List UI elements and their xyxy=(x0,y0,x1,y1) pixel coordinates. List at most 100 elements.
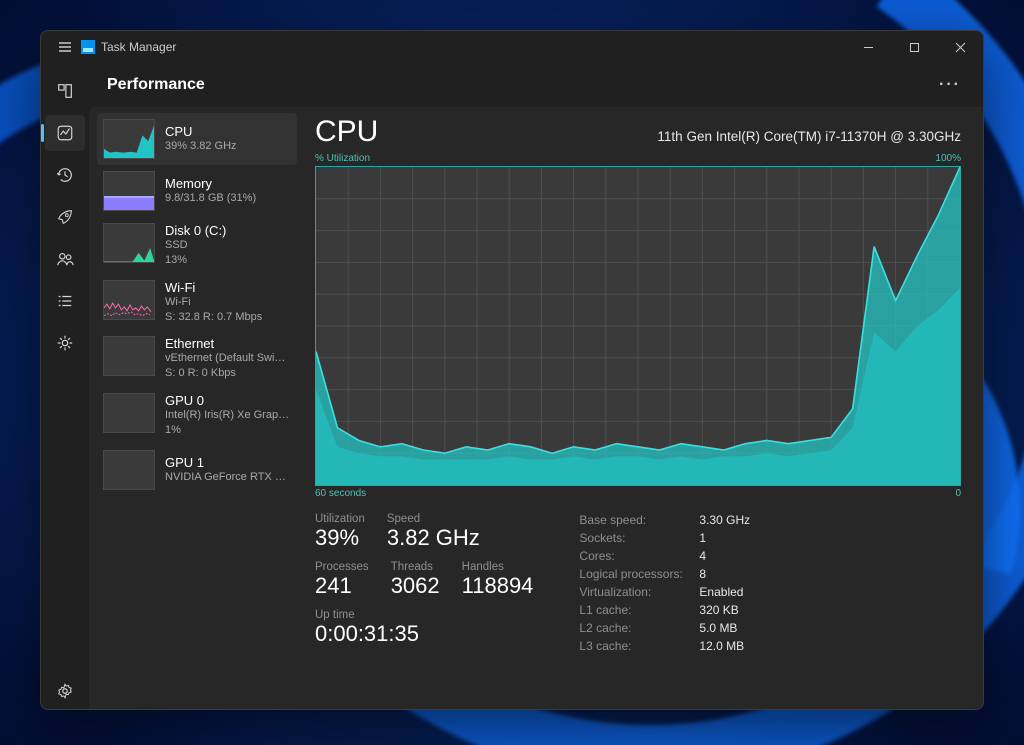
nav-app-history[interactable] xyxy=(45,157,85,193)
task-manager-window: Task Manager Performance ··· xyxy=(40,30,984,710)
gpu1-thumb xyxy=(103,450,155,490)
hamburger-menu-button[interactable] xyxy=(49,39,81,55)
perf-item-wifi[interactable]: Wi-FiWi-FiS: 32.8 R: 0.7 Mbps xyxy=(97,274,297,331)
perf-item-gpu0[interactable]: GPU 0Intel(R) Iris(R) Xe Grap…1% xyxy=(97,387,297,444)
gpu0-thumb xyxy=(103,393,155,433)
lbl-speed: Speed xyxy=(387,513,480,525)
lbl-processes: Processes xyxy=(315,561,369,573)
lbl-threads: Threads xyxy=(391,561,440,573)
perf-item-sub2: 13% xyxy=(165,253,226,268)
minimize-icon xyxy=(863,42,874,53)
spec-key: Cores: xyxy=(579,549,699,563)
close-icon xyxy=(955,42,966,53)
perf-item-title: GPU 0 xyxy=(165,393,289,408)
perf-item-title: CPU xyxy=(165,124,237,139)
nav-startup-apps[interactable] xyxy=(45,199,85,235)
processes-icon xyxy=(56,82,74,100)
cpu-chart-svg xyxy=(316,167,960,485)
detail-panel: CPU 11th Gen Intel(R) Core(TM) i7-11370H… xyxy=(301,107,983,709)
chart-ylabel: % Utilization xyxy=(315,153,370,164)
spec-val: 5.0 MB xyxy=(699,621,750,635)
cpu-stats: Utilization39% Speed3.82 GHz Processes24… xyxy=(315,513,961,653)
nav-processes[interactable] xyxy=(45,73,85,109)
spec-val: 3.30 GHz xyxy=(699,513,750,527)
nav-rail xyxy=(41,63,89,709)
perf-item-title: GPU 1 xyxy=(165,455,286,470)
spec-key: L1 cache: xyxy=(579,603,699,617)
page-title: Performance xyxy=(107,76,205,94)
window-title: Task Manager xyxy=(101,40,176,54)
memory-thumb xyxy=(103,171,155,211)
nav-services[interactable] xyxy=(45,325,85,361)
val-handles: 118894 xyxy=(462,573,534,599)
nav-performance[interactable] xyxy=(45,115,85,151)
perf-item-title: Wi-Fi xyxy=(165,280,262,295)
maximize-icon xyxy=(909,42,920,53)
nav-details[interactable] xyxy=(45,283,85,319)
disk-thumb xyxy=(103,223,155,263)
spec-val: 12.0 MB xyxy=(699,639,750,653)
spec-val: 8 xyxy=(699,567,750,581)
val-processes: 241 xyxy=(315,573,369,599)
val-uptime: 0:00:31:35 xyxy=(315,621,419,647)
cpu-model: 11th Gen Intel(R) Core(TM) i7-11370H @ 3… xyxy=(657,129,961,144)
spec-key: Sockets: xyxy=(579,531,699,545)
spec-val: 4 xyxy=(699,549,750,563)
perf-item-sub: SSD xyxy=(165,238,226,253)
perf-item-sub: Intel(R) Iris(R) Xe Grap… xyxy=(165,408,289,423)
perf-item-sub: Wi-Fi xyxy=(165,295,262,310)
settings-icon xyxy=(56,682,74,700)
perf-item-sub: 9.8/31.8 GB (31%) xyxy=(165,191,256,206)
close-button[interactable] xyxy=(937,31,983,63)
performance-list[interactable]: CPU39% 3.82 GHz Memory9.8/31.8 GB (31%) … xyxy=(89,107,301,709)
spec-val: 320 KB xyxy=(699,603,750,617)
chart-ymax: 100% xyxy=(935,153,961,164)
nav-settings[interactable] xyxy=(45,673,85,709)
cpu-thumb xyxy=(103,119,155,159)
hamburger-icon xyxy=(57,39,73,55)
perf-item-title: Memory xyxy=(165,176,256,191)
perf-item-sub: vEthernet (Default Swi… xyxy=(165,351,285,366)
app-icon xyxy=(81,40,95,54)
perf-item-sub2: S: 0 R: 0 Kbps xyxy=(165,366,285,381)
history-icon xyxy=(56,166,74,184)
titlebar[interactable]: Task Manager xyxy=(41,31,983,63)
chart-xlabel-right: 0 xyxy=(955,488,961,499)
spec-key: L3 cache: xyxy=(579,639,699,653)
page-header: Performance ··· xyxy=(89,63,983,107)
lbl-handles: Handles xyxy=(462,561,534,573)
lbl-uptime: Up time xyxy=(315,609,419,621)
wifi-thumb xyxy=(103,280,155,320)
perf-item-ethernet[interactable]: EthernetvEthernet (Default Swi…S: 0 R: 0… xyxy=(97,330,297,387)
val-threads: 3062 xyxy=(391,573,440,599)
spec-val: Enabled xyxy=(699,585,750,599)
cpu-spec-grid: Base speed:3.30 GHzSockets:1Cores:4Logic… xyxy=(579,513,750,653)
perf-item-cpu[interactable]: CPU39% 3.82 GHz xyxy=(97,113,297,165)
performance-icon xyxy=(56,124,74,142)
minimize-button[interactable] xyxy=(845,31,891,63)
spec-key: Virtualization: xyxy=(579,585,699,599)
eth-thumb xyxy=(103,336,155,376)
perf-item-sub: NVIDIA GeForce RTX … xyxy=(165,470,286,485)
val-speed: 3.82 GHz xyxy=(387,525,480,551)
perf-item-title: Ethernet xyxy=(165,336,285,351)
perf-item-sub2: S: 32.8 R: 0.7 Mbps xyxy=(165,310,262,325)
perf-item-memory[interactable]: Memory9.8/31.8 GB (31%) xyxy=(97,165,297,217)
lbl-utilization: Utilization xyxy=(315,513,365,525)
perf-item-gpu1[interactable]: GPU 1NVIDIA GeForce RTX … xyxy=(97,444,297,496)
spec-key: Logical processors: xyxy=(579,567,699,581)
perf-item-sub: 39% 3.82 GHz xyxy=(165,139,237,154)
spec-val: 1 xyxy=(699,531,750,545)
maximize-button[interactable] xyxy=(891,31,937,63)
more-options-button[interactable]: ··· xyxy=(937,76,963,94)
detail-title: CPU xyxy=(315,115,378,149)
cpu-chart[interactable]: % Utilization 100% xyxy=(315,153,961,499)
chart-xlabel-left: 60 seconds xyxy=(315,488,366,499)
perf-item-title: Disk 0 (C:) xyxy=(165,223,226,238)
val-utilization: 39% xyxy=(315,525,365,551)
spec-key: L2 cache: xyxy=(579,621,699,635)
startup-icon xyxy=(56,208,74,226)
nav-users[interactable] xyxy=(45,241,85,277)
services-icon xyxy=(56,334,74,352)
perf-item-disk0[interactable]: Disk 0 (C:)SSD13% xyxy=(97,217,297,274)
